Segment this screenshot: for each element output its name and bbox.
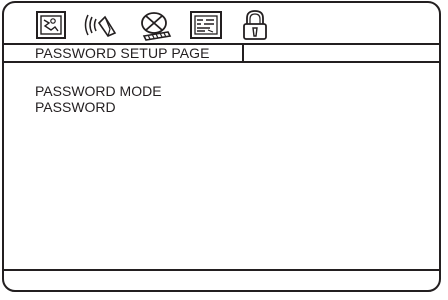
- osd-setup-window: PASSWORD SETUP PAGE PASSWORD MODE PASSWO…: [2, 1, 441, 292]
- tab-general-setup[interactable]: [31, 9, 71, 41]
- preference-grid-icon: [190, 11, 222, 39]
- tab-preference-setup[interactable]: [186, 9, 226, 41]
- video-disc-icon: [141, 12, 172, 41]
- menu-item-password[interactable]: PASSWORD: [35, 99, 162, 115]
- tab-video-setup[interactable]: [134, 9, 174, 41]
- audio-speaker-icon: [84, 14, 117, 37]
- status-bar-divider: [4, 269, 439, 271]
- menu-item-password-mode[interactable]: PASSWORD MODE: [35, 83, 162, 99]
- page-title: PASSWORD SETUP PAGE: [4, 45, 244, 61]
- setup-tab-bar: [4, 3, 439, 43]
- tab-password-setup[interactable]: [235, 9, 275, 41]
- password-setup-menu: PASSWORD MODE PASSWORD: [35, 83, 162, 115]
- general-setup-icon: [36, 11, 66, 39]
- padlock-icon: [243, 10, 267, 40]
- tab-audio-setup[interactable]: [80, 9, 120, 41]
- title-divider: [4, 61, 439, 63]
